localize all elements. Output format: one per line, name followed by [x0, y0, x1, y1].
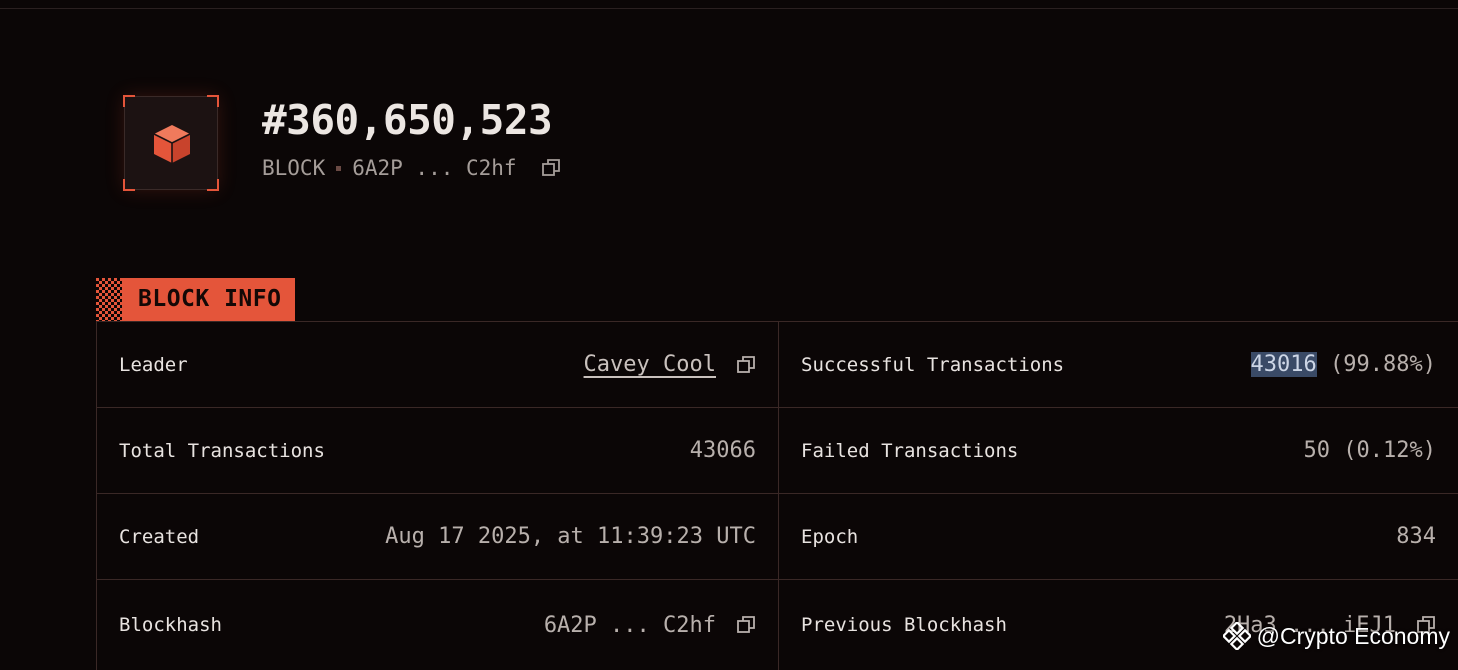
frame-corner [123, 179, 135, 191]
total-value: 43066 [689, 438, 756, 463]
info-row-blockhash: Blockhash 6A2P ... C2hf [97, 580, 779, 670]
epoch-value: 834 [1396, 524, 1436, 549]
blockhash-label: Blockhash [119, 614, 222, 636]
block-subtitle: BLOCK 6A2P ... C2hf [262, 154, 561, 182]
cube-icon [153, 125, 191, 163]
checker-pattern [96, 278, 122, 321]
info-row-leader: Leader Cavey Cool [97, 322, 779, 408]
top-divider [0, 8, 1458, 9]
leader-link[interactable]: Cavey Cool [584, 352, 716, 377]
failed-label: Failed Transactions [801, 439, 1019, 462]
frame-corner [123, 95, 135, 107]
binance-icon [1222, 622, 1251, 650]
successful-pct: (99.88%) [1316, 352, 1436, 377]
frame-corner [207, 95, 219, 107]
block-type-label: BLOCK [262, 156, 326, 180]
total-label: Total Transactions [119, 439, 325, 462]
watermark-text: @Crypto Economy [1256, 622, 1450, 649]
epoch-label: Epoch [801, 525, 859, 548]
copy-icon[interactable] [736, 615, 756, 635]
copy-icon[interactable] [541, 158, 561, 178]
block-info-tag: BLOCK INFO [96, 278, 296, 321]
failed-value: 50 (0.12%) [1303, 438, 1436, 463]
successful-count: 43016 [1250, 352, 1317, 377]
section-title: BLOCK INFO [122, 278, 296, 321]
leader-value: Cavey Cool [584, 352, 756, 377]
info-row-successful: Successful Transactions 43016 (99.88%) [779, 322, 1458, 408]
created-label: Created [119, 525, 200, 548]
info-row-epoch: Epoch 834 [779, 494, 1458, 580]
info-row-total: Total Transactions 43066 [97, 408, 779, 494]
successful-value: 43016 (99.88%) [1250, 352, 1436, 377]
info-row-created: Created Aug 17 2025, at 11:39:23 UTC [97, 494, 779, 580]
block-hash-short: 6A2P ... C2hf [352, 156, 517, 180]
frame-corner [207, 179, 219, 191]
separator-dot [336, 165, 342, 171]
watermark: @Crypto Economy [1222, 622, 1450, 650]
blockhash-text: 6A2P ... C2hf [543, 612, 716, 638]
successful-label: Successful Transactions [801, 353, 1065, 376]
blockhash-value: 6A2P ... C2hf [544, 613, 756, 638]
block-number-title: #360,650,523 [262, 96, 553, 144]
prev-blockhash-label: Previous Blockhash [801, 614, 1007, 636]
info-row-failed: Failed Transactions 50 (0.12%) [779, 408, 1458, 494]
block-icon-frame [123, 95, 219, 191]
block-info-table: Leader Cavey Cool Successful Transaction… [96, 321, 1458, 670]
created-value: Aug 17 2025, at 11:39:23 UTC [385, 524, 756, 549]
copy-icon[interactable] [736, 355, 756, 375]
leader-label: Leader [119, 353, 188, 376]
